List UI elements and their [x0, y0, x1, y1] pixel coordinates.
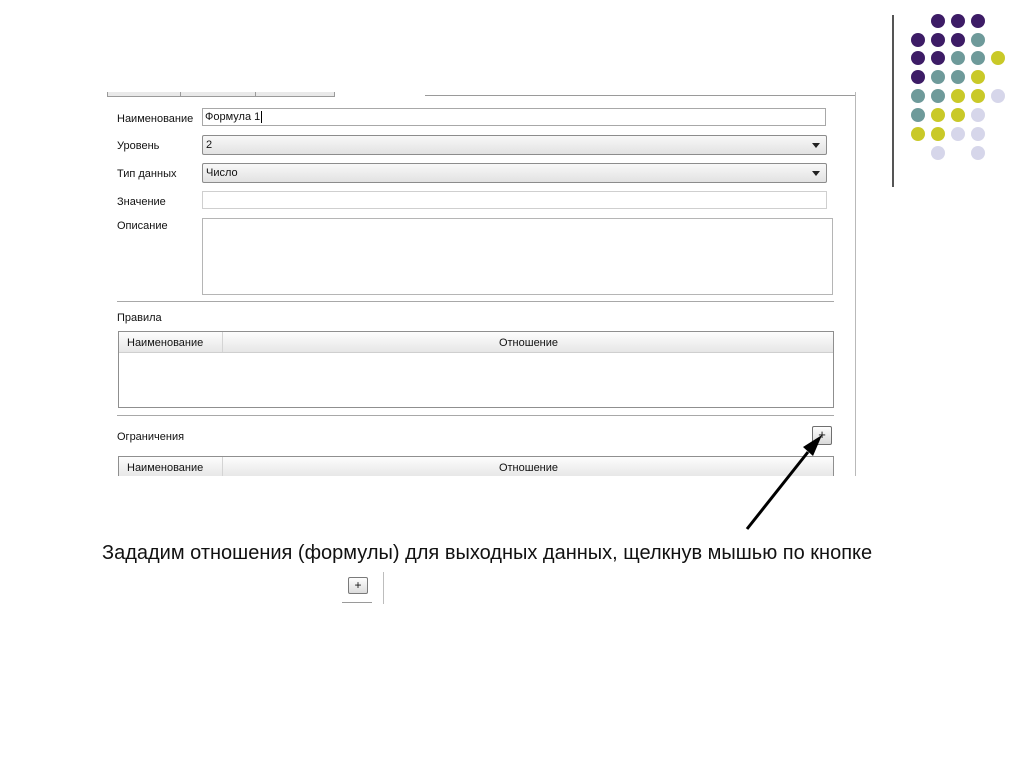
tab-strip-line	[425, 95, 855, 96]
rules-column-name[interactable]: Наименование	[119, 332, 223, 352]
decorative-vertical-line	[892, 15, 894, 187]
level-select-value: 2	[206, 139, 213, 151]
decorative-dot	[971, 33, 985, 47]
section-separator	[117, 415, 834, 416]
slide-caption: Зададим отношения (формулы) для выходных…	[102, 542, 873, 564]
value-label: Значение	[117, 196, 166, 208]
datatype-select-value: Число	[206, 167, 238, 179]
name-label: Наименование	[117, 113, 194, 125]
rules-table[interactable]: Наименование Отношение	[118, 331, 834, 408]
decorative-dot	[971, 70, 985, 84]
chevron-down-icon	[812, 143, 820, 148]
level-label: Уровень	[117, 140, 160, 152]
level-select[interactable]: 2	[202, 135, 827, 155]
description-label: Описание	[117, 220, 168, 232]
decorative-dot	[951, 51, 965, 65]
formula-properties-panel: Наименование Формула 1 Уровень 2 Тип дан…	[107, 92, 856, 476]
constraints-column-relation[interactable]: Отношение	[224, 457, 833, 476]
decorative-dot	[911, 127, 925, 141]
decorative-dot	[931, 51, 945, 65]
decorative-dot	[931, 33, 945, 47]
decorative-dot	[951, 108, 965, 122]
decorative-dot	[951, 127, 965, 141]
decorative-dot	[951, 33, 965, 47]
rules-column-relation[interactable]: Отношение	[224, 332, 833, 352]
decorative-dot	[931, 127, 945, 141]
decorative-dot	[911, 33, 925, 47]
decorative-dot	[931, 146, 945, 160]
chevron-down-icon	[812, 171, 820, 176]
decorative-dot	[971, 146, 985, 160]
text-cursor	[261, 111, 263, 123]
section-separator	[117, 301, 834, 302]
add-constraint-button[interactable]: +	[812, 426, 832, 445]
decorative-dot	[971, 89, 985, 103]
decorative-dot	[911, 51, 925, 65]
decorative-dot	[911, 108, 925, 122]
decorative-dot	[931, 89, 945, 103]
decorative-dot	[951, 70, 965, 84]
decorative-dot	[911, 70, 925, 84]
decorative-dot	[951, 14, 965, 28]
datatype-label: Тип данных	[117, 168, 177, 180]
decorative-dot	[971, 127, 985, 141]
decorative-dot	[931, 70, 945, 84]
decorative-dot	[931, 108, 945, 122]
description-textarea[interactable]	[202, 218, 833, 295]
decorative-dot	[991, 51, 1005, 65]
decorative-dot	[991, 89, 1005, 103]
decorative-dot	[951, 89, 965, 103]
decorative-dot	[971, 51, 985, 65]
rules-section-label: Правила	[117, 312, 162, 324]
inline-button-underline	[342, 602, 372, 603]
constraints-table-header: Наименование Отношение	[119, 457, 833, 476]
inline-plus-button: +	[348, 577, 368, 594]
datatype-select[interactable]: Число	[202, 163, 827, 183]
tab-1[interactable]	[107, 92, 181, 97]
constraints-table[interactable]: Наименование Отношение	[118, 456, 834, 476]
decorative-dot	[971, 108, 985, 122]
constraints-section-label: Ограничения	[117, 431, 185, 443]
decorative-dot	[911, 89, 925, 103]
value-input[interactable]	[202, 191, 827, 209]
decorative-dot	[931, 14, 945, 28]
inline-button-divider	[383, 572, 384, 604]
name-input-value: Формула 1	[205, 111, 261, 123]
name-input[interactable]: Формула 1	[202, 108, 826, 126]
constraints-column-name[interactable]: Наименование	[119, 457, 223, 476]
rules-table-header: Наименование Отношение	[119, 332, 833, 353]
decorative-dot	[971, 14, 985, 28]
tab-3[interactable]	[255, 92, 335, 97]
tab-2[interactable]	[180, 92, 256, 97]
